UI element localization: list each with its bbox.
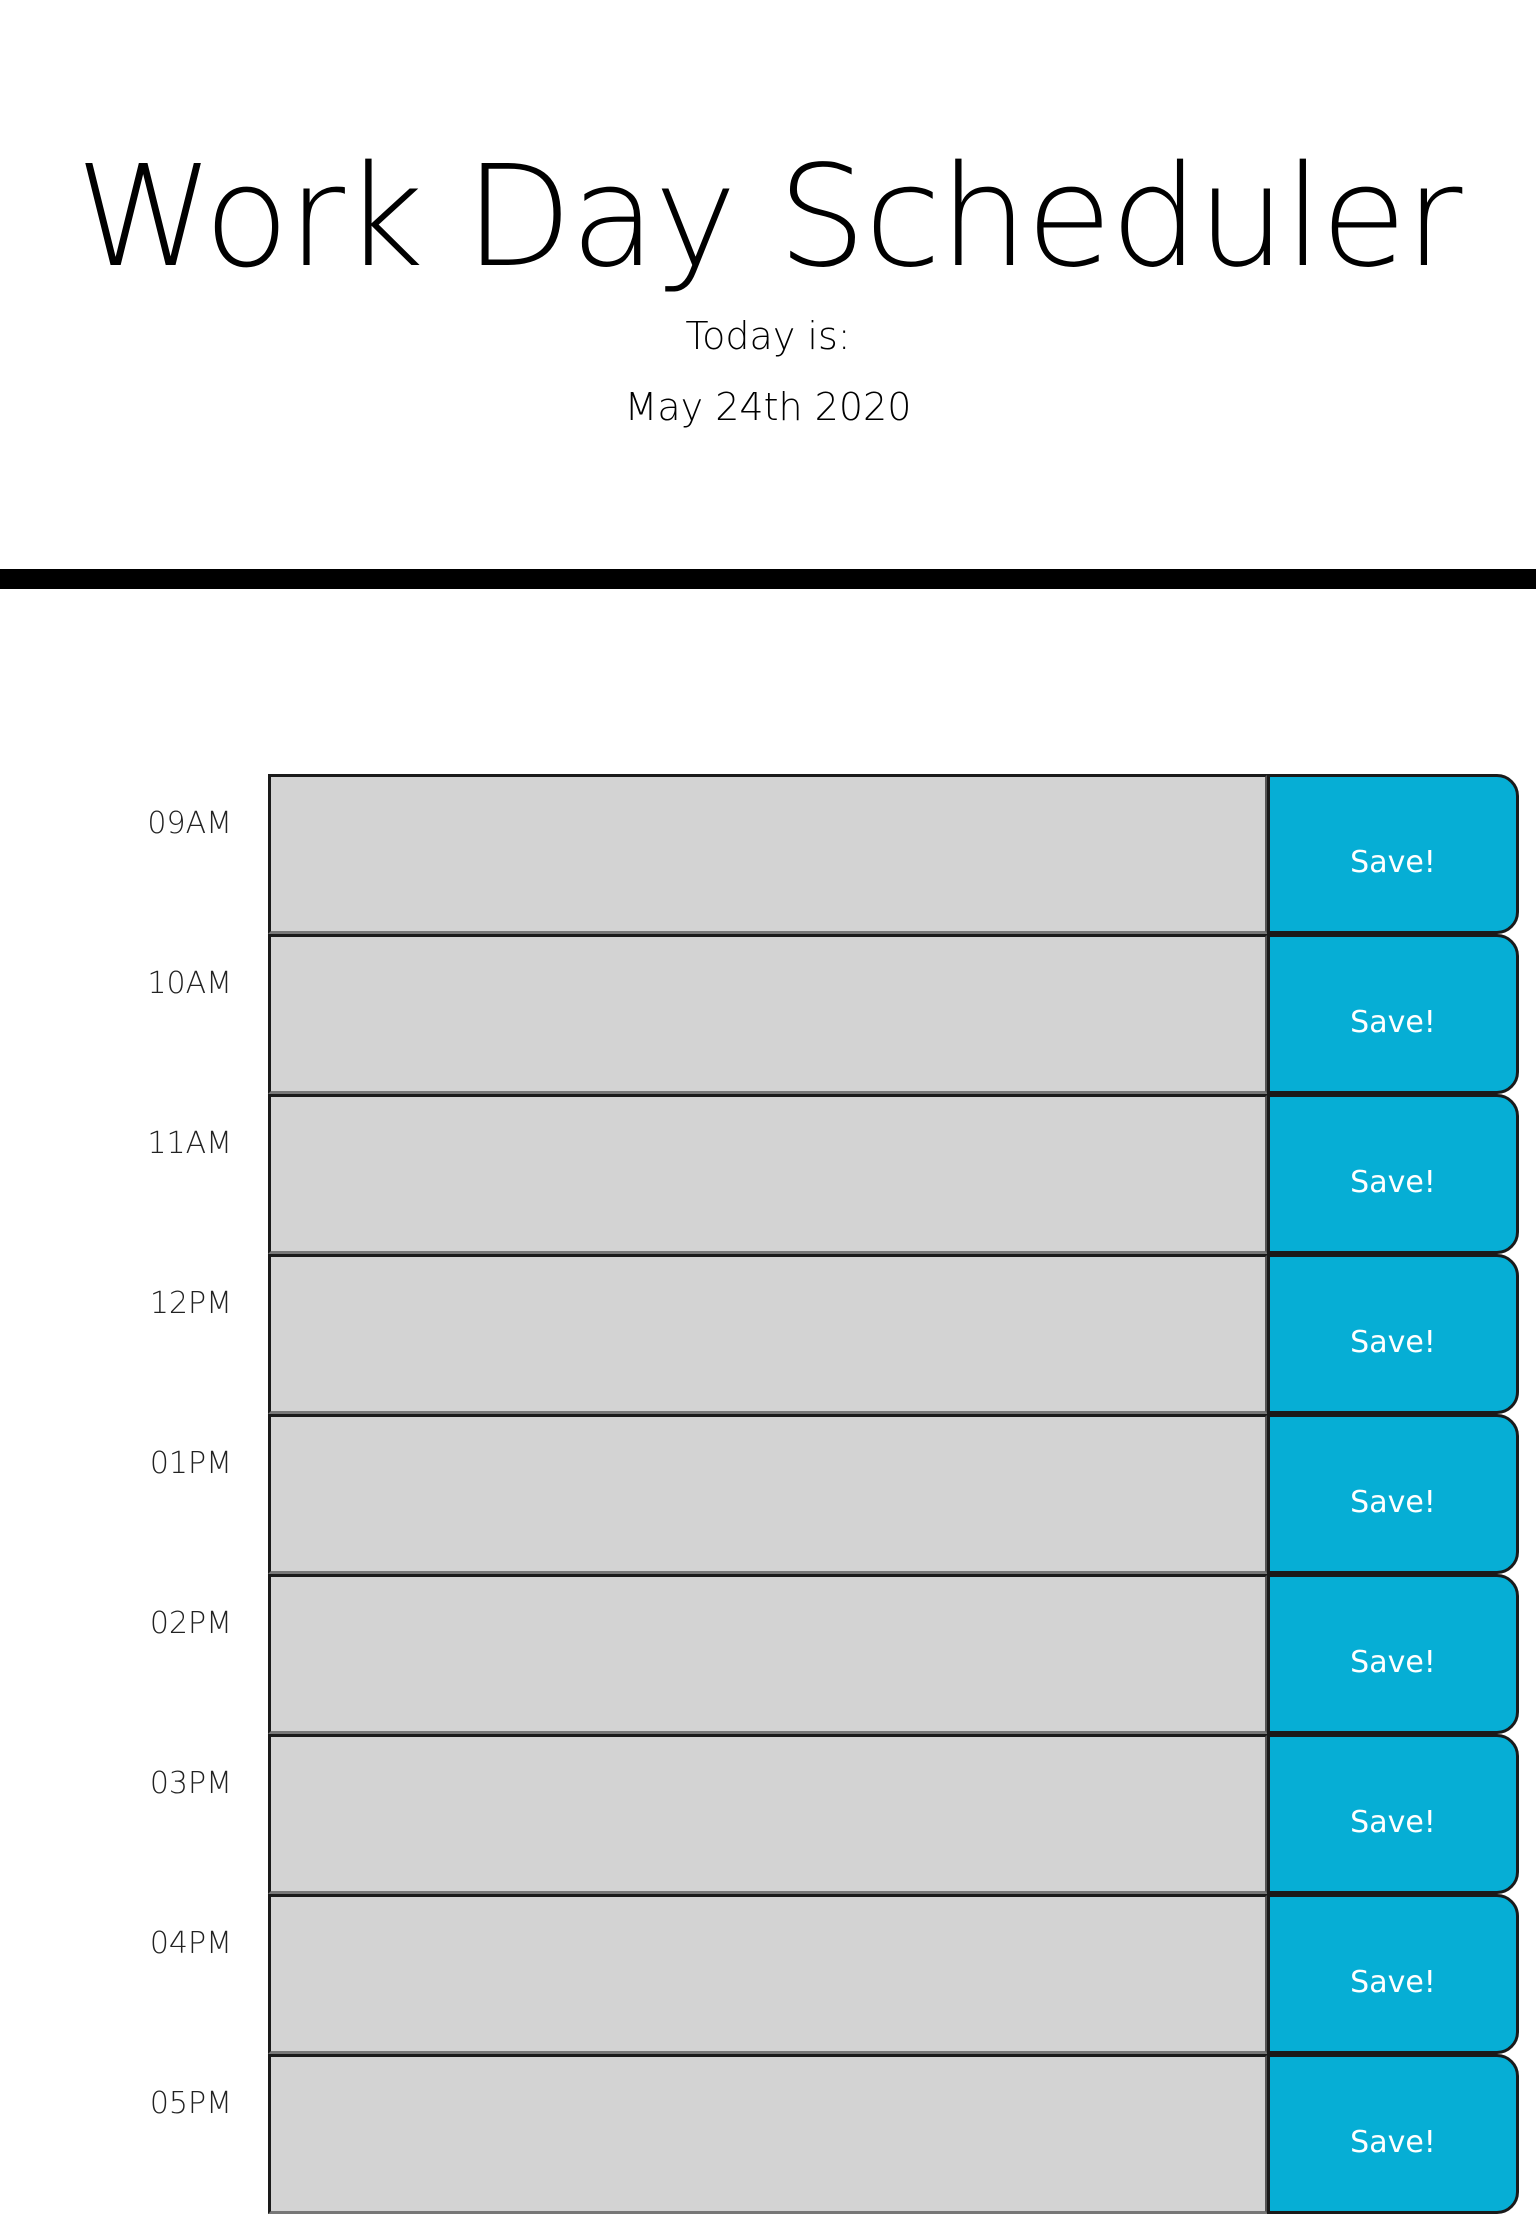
description-input[interactable] <box>268 1574 1268 1734</box>
save-button[interactable]: Save! <box>1267 774 1519 934</box>
save-button[interactable]: Save! <box>1267 1254 1519 1414</box>
time-block-11am: 11AM Save! <box>0 1094 1536 1254</box>
save-button[interactable]: Save! <box>1267 1734 1519 1894</box>
description-input[interactable] <box>268 1734 1268 1894</box>
time-block-03pm: 03PM Save! <box>0 1734 1536 1894</box>
save-button-label: Save! <box>1350 1644 1436 1680</box>
save-button-label: Save! <box>1350 1804 1436 1840</box>
hour-label: 09AM <box>147 806 232 841</box>
description-input[interactable] <box>268 1894 1268 2054</box>
save-button[interactable]: Save! <box>1267 934 1519 1094</box>
description-input[interactable] <box>268 934 1268 1094</box>
time-block-12pm: 12PM Save! <box>0 1254 1536 1414</box>
header: Work Day Scheduler Today is: May 24th 20… <box>0 0 1536 589</box>
save-button-label: Save! <box>1350 1164 1436 1200</box>
time-block-09am: 09AM Save! <box>0 774 1536 934</box>
description-input[interactable] <box>268 774 1268 934</box>
hour-label: 02PM <box>149 1606 232 1641</box>
save-button[interactable]: Save! <box>1267 1894 1519 2054</box>
hour-label: 11AM <box>147 1126 232 1161</box>
page-title: Work Day Scheduler <box>75 136 1463 299</box>
save-button[interactable]: Save! <box>1267 2054 1519 2214</box>
description-input[interactable] <box>268 1094 1268 1254</box>
save-button-label: Save! <box>1350 1964 1436 2000</box>
save-button[interactable]: Save! <box>1267 1574 1519 1734</box>
description-input[interactable] <box>268 2054 1268 2214</box>
hour-label: 04PM <box>149 1926 232 1961</box>
hour-label: 03PM <box>149 1766 232 1801</box>
today-label: Today is: <box>685 314 851 358</box>
description-input[interactable] <box>268 1254 1268 1414</box>
save-button[interactable]: Save! <box>1267 1414 1519 1574</box>
schedule-container: 09AM Save! 10AM Save! 11AM Save! 12PM Sa… <box>0 774 1536 2214</box>
time-block-04pm: 04PM Save! <box>0 1894 1536 2054</box>
hour-label: 12PM <box>149 1286 232 1321</box>
save-button-label: Save! <box>1350 1324 1436 1360</box>
time-block-02pm: 02PM Save! <box>0 1574 1536 1734</box>
save-button-label: Save! <box>1350 1004 1436 1040</box>
description-input[interactable] <box>268 1414 1268 1574</box>
time-block-05pm: 05PM Save! <box>0 2054 1536 2214</box>
time-block-10am: 10AM Save! <box>0 934 1536 1094</box>
hour-label: 05PM <box>149 2086 232 2121</box>
current-day: May 24th 2020 <box>624 385 912 429</box>
hour-label: 01PM <box>149 1446 232 1481</box>
time-block-01pm: 01PM Save! <box>0 1414 1536 1574</box>
save-button[interactable]: Save! <box>1267 1094 1519 1254</box>
save-button-label: Save! <box>1350 1484 1436 1520</box>
save-button-label: Save! <box>1350 844 1436 880</box>
save-button-label: Save! <box>1350 2124 1436 2160</box>
hour-label: 10AM <box>147 966 232 1001</box>
